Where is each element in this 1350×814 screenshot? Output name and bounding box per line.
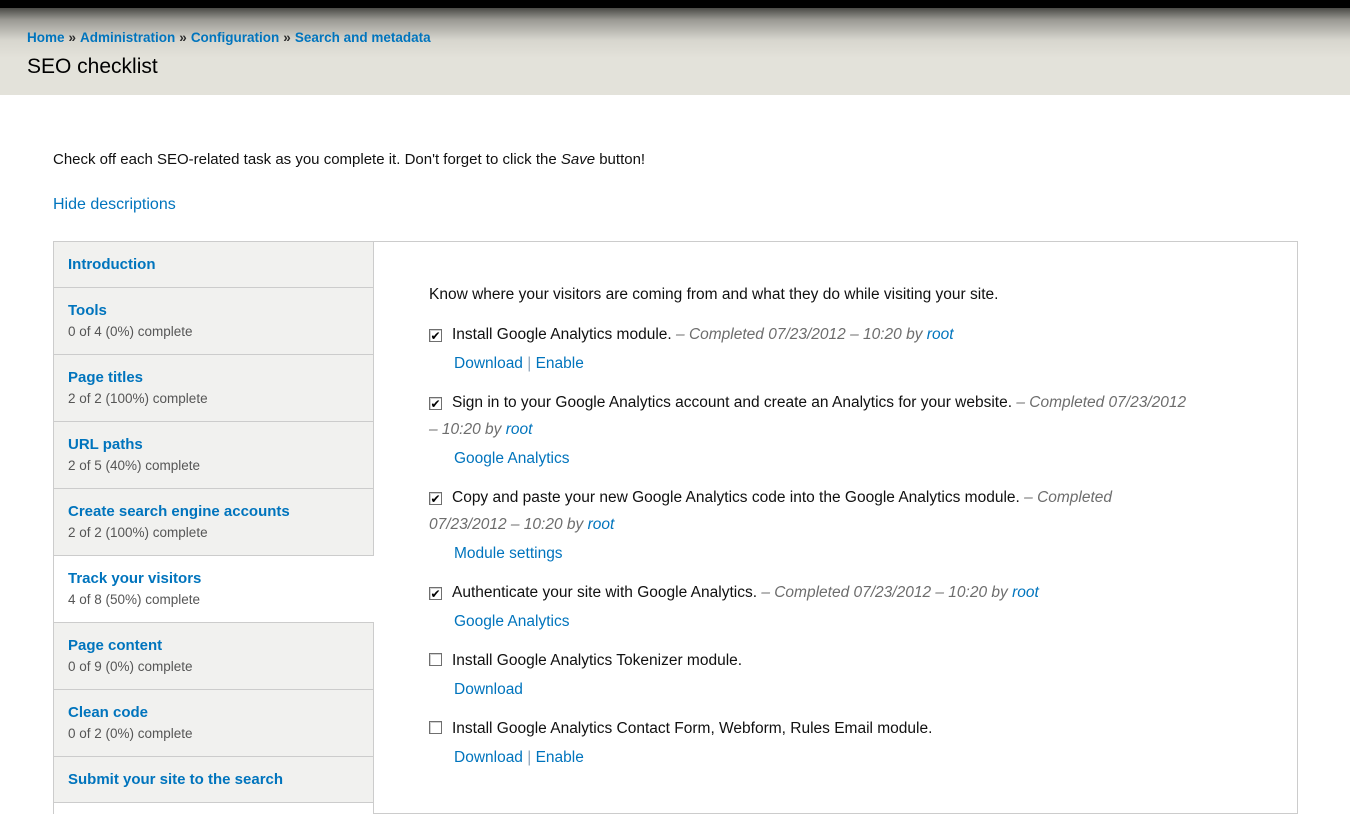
sidebar-tabs: Introduction Tools 0 of 4 (0%) complete … [53, 241, 373, 814]
task-checkbox[interactable]: ✔ [429, 492, 442, 505]
sidebar-item[interactable]: Tools 0 of 4 (0%) complete [54, 288, 373, 355]
breadcrumb-link-home[interactable]: Home [27, 30, 65, 45]
sidebar-item-label: Tools [68, 300, 359, 321]
task-item: ✔ Authenticate your site with Google Anal… [429, 579, 1187, 635]
task-checkbox[interactable] [429, 721, 442, 734]
breadcrumb-separator: » [283, 30, 291, 45]
sidebar-item[interactable]: Create search engine accounts 2 of 2 (10… [54, 489, 373, 556]
task-item: ✔ Copy and paste your new Google Analytic… [429, 484, 1187, 567]
sidebar-item[interactable]: Clean code 0 of 2 (0%) complete [54, 690, 373, 757]
task-item: Install Google Analytics Tokenizer modul… [429, 647, 1187, 703]
task-checkbox[interactable] [429, 653, 442, 666]
sidebar-item[interactable]: URL paths 2 of 5 (40%) complete [54, 422, 373, 489]
task-line: ✔ Sign in to your Google Analytics accoun… [429, 389, 1187, 443]
sidebar-item-label: Create search engine accounts [68, 501, 359, 522]
sidebar-item-label: Submit your site to the search [68, 769, 359, 790]
breadcrumb-link-search-and-metadata[interactable]: Search and metadata [295, 30, 431, 45]
task-line: ✔ Authenticate your site with Google Anal… [429, 579, 1187, 606]
sidebar-item-label: URL paths [68, 434, 359, 455]
task-label: Install Google Analytics module. [452, 326, 672, 343]
task-completed-text: – Completed 07/23/2012 – 10:20 by [676, 326, 927, 343]
sidebar-item-label: Clean code [68, 702, 359, 723]
task-link[interactable]: Download [454, 355, 523, 372]
task-link[interactable]: Google Analytics [454, 613, 569, 630]
link-separator: | [523, 749, 536, 766]
intro-save-word: Save [561, 151, 595, 168]
link-separator: | [523, 355, 536, 372]
sidebar-item[interactable]: Submit your site to the search [54, 757, 373, 803]
task-links: Download [429, 676, 1187, 703]
task-item: ✔ Install Google Analytics module. – Comp… [429, 321, 1187, 377]
page-header: Home»Administration»Configuration»Search… [0, 8, 1350, 95]
task-completed: – Completed 07/23/2012 – 10:20 by root [761, 584, 1039, 601]
task-link[interactable]: Google Analytics [454, 450, 569, 467]
sidebar-item[interactable]: Track your visitors 4 of 8 (50%) complet… [54, 556, 374, 623]
task-list: ✔ Install Google Analytics module. – Comp… [429, 321, 1187, 771]
task-link[interactable]: Enable [536, 355, 584, 372]
task-line: Install Google Analytics Tokenizer modul… [429, 647, 1187, 674]
sidebar-item-progress: 0 of 9 (0%) complete [68, 656, 359, 677]
task-link[interactable]: Download [454, 681, 523, 698]
sidebar-item-progress: 2 of 2 (100%) complete [68, 388, 359, 409]
main-content: Check off each SEO-related task as you c… [0, 95, 1350, 814]
task-completed-by-link[interactable]: root [588, 516, 615, 533]
task-line: ✔ Copy and paste your new Google Analytic… [429, 484, 1187, 538]
sidebar-item[interactable]: Introduction [54, 242, 373, 288]
intro-text: Check off each SEO-related task as you c… [53, 150, 1350, 169]
task-completed-by-link[interactable]: root [927, 326, 954, 343]
task-item: ✔ Sign in to your Google Analytics accoun… [429, 389, 1187, 472]
task-link[interactable]: Module settings [454, 545, 563, 562]
task-link[interactable]: Download [454, 749, 523, 766]
task-links: Google Analytics [429, 445, 1187, 472]
sidebar-item-label: Introduction [68, 254, 359, 275]
task-line: Install Google Analytics Contact Form, W… [429, 715, 1187, 742]
intro-text-after: button! [595, 151, 645, 168]
sidebar-item-progress: 2 of 2 (100%) complete [68, 522, 359, 543]
task-links: Module settings [429, 540, 1187, 567]
page-title: SEO checklist [27, 54, 1350, 80]
task-link[interactable]: Enable [536, 749, 584, 766]
hide-descriptions-link[interactable]: Hide descriptions [53, 195, 176, 215]
breadcrumb-link-configuration[interactable]: Configuration [191, 30, 279, 45]
top-black-bar [0, 0, 1350, 8]
task-completed-by-link[interactable]: root [1012, 584, 1039, 601]
sidebar-item-label: Page content [68, 635, 359, 656]
task-label: Authenticate your site with Google Analy… [452, 584, 757, 601]
task-label: Sign in to your Google Analytics account… [452, 394, 1012, 411]
sidebar-item-label: Track your visitors [68, 568, 360, 589]
task-label: Install Google Analytics Tokenizer modul… [452, 652, 742, 669]
task-links: Google Analytics [429, 608, 1187, 635]
sidebar-item-progress: 4 of 8 (50%) complete [68, 589, 360, 610]
task-completed-text: – Completed 07/23/2012 – 10:20 by [761, 584, 1012, 601]
task-links: Download | Enable [429, 744, 1187, 771]
task-label: Install Google Analytics Contact Form, W… [452, 720, 932, 737]
task-links: Download | Enable [429, 350, 1187, 377]
sidebar-item[interactable]: Page content 0 of 9 (0%) complete [54, 623, 373, 690]
sidebar-item-label: Page titles [68, 367, 359, 388]
intro-text-before: Check off each SEO-related task as you c… [53, 151, 561, 168]
breadcrumb-link-administration[interactable]: Administration [80, 30, 175, 45]
task-item: Install Google Analytics Contact Form, W… [429, 715, 1187, 771]
breadcrumb-separator: » [69, 30, 77, 45]
breadcrumb: Home»Administration»Configuration»Search… [27, 29, 1350, 46]
sidebar-item[interactable]: Page titles 2 of 2 (100%) complete [54, 355, 373, 422]
sidebar-item-progress: 2 of 5 (40%) complete [68, 455, 359, 476]
tab-panel-track-your-visitors: Know where your visitors are coming from… [373, 241, 1298, 814]
panel-description: Know where your visitors are coming from… [429, 284, 1187, 305]
sidebar-item-progress: 0 of 2 (0%) complete [68, 723, 359, 744]
task-label: Copy and paste your new Google Analytics… [452, 489, 1020, 506]
breadcrumb-separator: » [179, 30, 187, 45]
sidebar-item-progress: 0 of 4 (0%) complete [68, 321, 359, 342]
task-checkbox[interactable]: ✔ [429, 397, 442, 410]
task-line: ✔ Install Google Analytics module. – Comp… [429, 321, 1187, 348]
task-checkbox[interactable]: ✔ [429, 587, 442, 600]
vertical-tabs-layout: Introduction Tools 0 of 4 (0%) complete … [53, 241, 1298, 814]
task-checkbox[interactable]: ✔ [429, 329, 442, 342]
task-completed: – Completed 07/23/2012 – 10:20 by root [676, 326, 954, 343]
task-completed-by-link[interactable]: root [506, 421, 533, 438]
